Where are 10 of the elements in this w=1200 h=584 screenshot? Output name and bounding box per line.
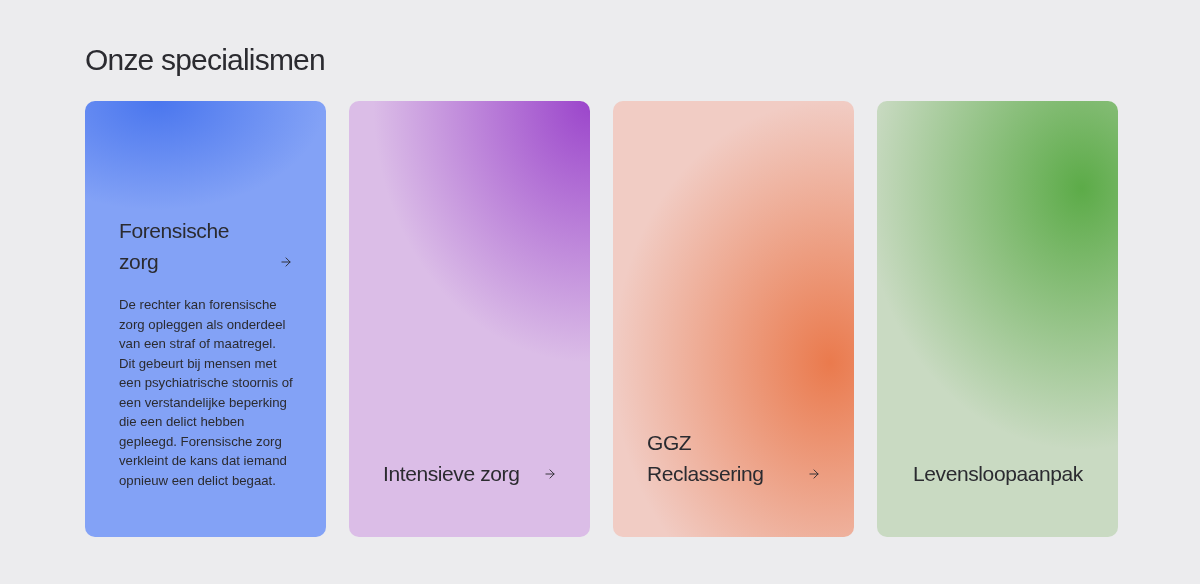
specialism-card[interactable]: GGZ Reclassering [613, 101, 854, 537]
specialism-card[interactable] [85, 101, 326, 537]
card-description: De rechter kan forensische zorg opleggen als onderdeel van een straf of maatregel. Dit gebeurt bij mensen met een psychiatrische stoornis of een verstandelijke beperking die een delict hebben gepleegd. Forensische zorg verkleint de kans dat iemand opnieuw een delict begaat. [119, 296, 294, 490]
specialism-card[interactable]: Levensloopaanpak [877, 101, 1118, 537]
card-title: GGZ Reclassering [647, 430, 765, 487]
card-title: Levensloopaanpak [913, 461, 1083, 487]
card-title: Intensieve zorg [383, 461, 520, 487]
section-heading: Onze specialismen [85, 42, 326, 78]
specialism-card[interactable]: Intensieve zorg [349, 101, 590, 537]
card-title: Forensische zorg [119, 218, 230, 275]
